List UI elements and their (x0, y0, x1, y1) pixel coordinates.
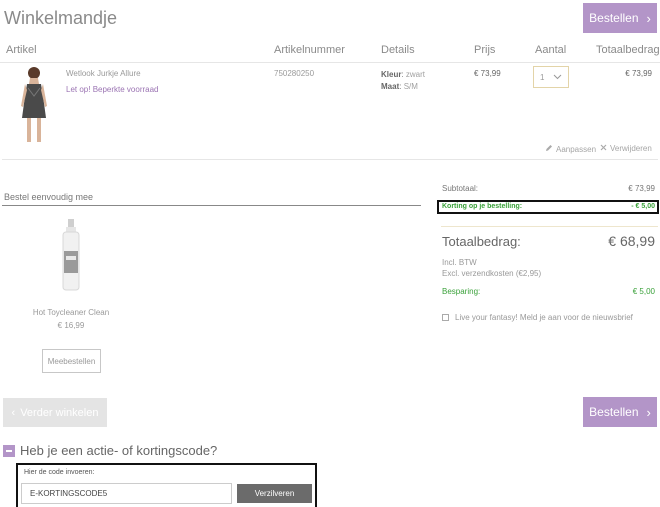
item-total: € 73,99 (625, 69, 652, 78)
chevron-right-icon: › (646, 404, 651, 420)
vat-note: Incl. BTW (442, 258, 477, 267)
subtotal-label: Subtotaal: (442, 184, 479, 193)
edit-item-link[interactable]: Aanpassen (545, 144, 596, 154)
shipping-note: Excl. verzendkosten (€2,95) (442, 269, 542, 278)
remove-item-label: Verwijderen (610, 144, 652, 153)
collapse-minus-icon[interactable] (3, 445, 15, 457)
product-image-dress[interactable] (12, 66, 56, 144)
column-header-quantity: Aantal (535, 44, 567, 56)
product-name-link[interactable]: Wetlook Jurkje Allure (66, 69, 141, 78)
discount-label: Korting op je bestelling: (442, 203, 523, 210)
item-divider (2, 159, 658, 160)
order-button-bottom[interactable]: Bestellen › (583, 397, 657, 427)
redeem-button[interactable]: Verzilveren (237, 484, 312, 503)
chevron-right-icon: › (646, 10, 651, 26)
remove-item-link[interactable]: Verwijderen (600, 144, 652, 153)
product-details: Kleur: zwart Maat: S/M (381, 69, 425, 93)
continue-shopping-label: Verder winkelen (20, 406, 99, 419)
newsletter-label[interactable]: Live your fantasy! Meld je aan voor de n… (455, 313, 633, 322)
order-button-top[interactable]: Bestellen › (583, 3, 657, 33)
add-along-button[interactable]: Meebestellen (42, 349, 101, 373)
column-header-total: Totaalbedrag (596, 44, 660, 56)
detail-color: Kleur: zwart (381, 70, 426, 79)
column-header-details: Details (381, 44, 415, 56)
column-header-price: Prijs (474, 44, 496, 56)
detail-size: Maat: S/M (381, 82, 418, 91)
subtotal-value: € 73,99 (628, 184, 655, 193)
coupon-field-label: Hier de code invoeren: (24, 469, 95, 476)
upsell-product-price: € 16,99 (57, 321, 85, 330)
savings-value: € 5,00 (632, 287, 655, 296)
order-button-label: Bestellen (589, 405, 639, 419)
chevron-down-icon (553, 73, 562, 82)
quantity-select[interactable]: 1 (533, 66, 569, 88)
total-label: Totaalbedrag: (442, 234, 521, 249)
savings-label: Besparing: (442, 287, 481, 296)
coupon-section-title[interactable]: Heb je een actie- of kortingscode? (20, 443, 217, 458)
upsell-product-image[interactable] (60, 219, 82, 291)
continue-shopping-button[interactable]: ‹ Verder winkelen (3, 398, 107, 427)
order-button-label: Bestellen (589, 11, 639, 25)
coupon-code-input[interactable] (21, 483, 232, 504)
upsell-product-name[interactable]: Hot Toycleaner Clean (0, 308, 142, 317)
page-title: Winkelmandje (4, 8, 118, 28)
pencil-icon (545, 144, 553, 154)
item-price: € 73,99 (474, 69, 501, 78)
total-value: € 68,99 (608, 233, 655, 249)
column-header-article-number: Artikelnummer (274, 44, 345, 56)
column-header-article: Artikel (6, 44, 37, 56)
newsletter-checkbox[interactable] (442, 314, 449, 321)
chevron-left-icon: ‹ (11, 406, 16, 419)
article-number: 750280250 (274, 69, 315, 78)
stock-warning: Let op! Beperkte voorraad (66, 85, 159, 94)
quantity-value: 1 (540, 72, 545, 82)
table-header-divider (0, 62, 660, 63)
upsell-section-rule (2, 205, 421, 206)
discount-value: - € 5,00 (631, 203, 655, 210)
summary-divider (441, 226, 658, 227)
close-icon (600, 144, 607, 153)
upsell-section-title: Bestel eenvoudig mee (4, 192, 94, 202)
edit-item-label: Aanpassen (556, 144, 597, 154)
